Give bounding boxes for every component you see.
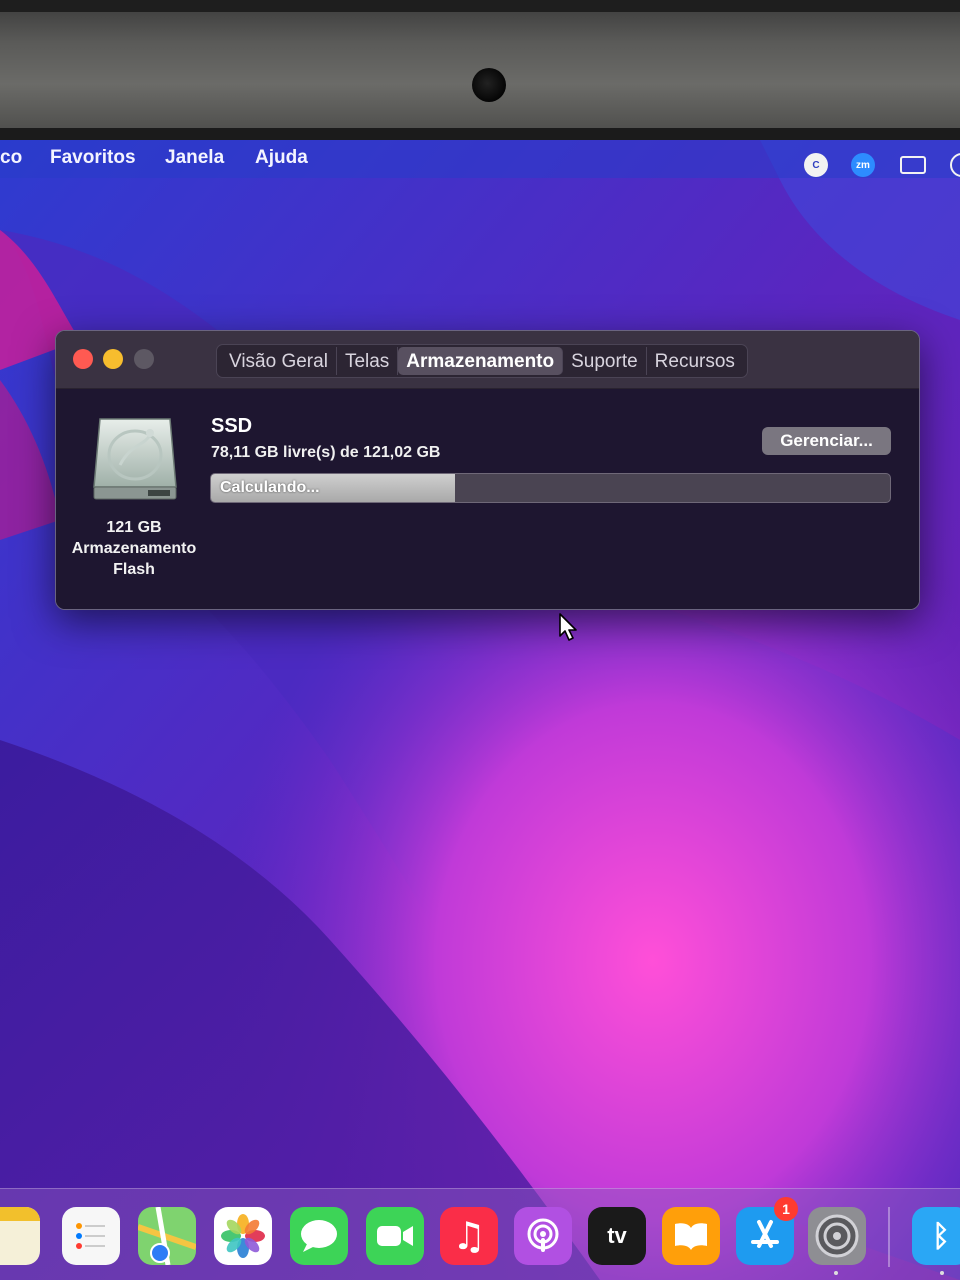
photos-icon[interactable]	[214, 1207, 272, 1265]
control-center-icon[interactable]	[950, 153, 960, 177]
disk-capacity-label: 121 GB	[106, 519, 162, 536]
desktop-wallpaper	[0, 140, 960, 1280]
screen-mirroring-icon[interactable]	[900, 156, 926, 174]
tab-visao-geral[interactable]: Visão Geral	[221, 347, 337, 375]
webcam	[472, 68, 506, 102]
dock-separator	[888, 1207, 890, 1267]
running-indicator	[834, 1271, 838, 1275]
books-icon[interactable]	[662, 1207, 720, 1265]
window-titlebar: Visão Geral Telas Armazenamento Suporte …	[56, 331, 919, 389]
storage-usage-bar: Calculando...	[210, 473, 891, 503]
disk-type-label-line2: Flash	[113, 561, 155, 578]
reminders-icon[interactable]	[62, 1207, 120, 1265]
disk-type-label: Armazenamento	[71, 540, 197, 557]
drive-name: SSD	[211, 415, 253, 437]
manage-button[interactable]: Gerenciar...	[762, 427, 891, 455]
dock: ♫ tv 1 ᛒ	[0, 1188, 960, 1280]
hard-drive-icon	[93, 418, 177, 500]
system-preferences-icon[interactable]	[808, 1207, 866, 1265]
tab-recursos[interactable]: Recursos	[647, 347, 743, 375]
menu-bar: co Favoritos Janela Ajuda C zm	[0, 140, 960, 178]
tab-suporte[interactable]: Suporte	[563, 347, 647, 375]
zoom-icon[interactable]: zm	[851, 153, 875, 177]
screen: co Favoritos Janela Ajuda C zm Visão Ger…	[0, 140, 960, 1280]
bluetooth-icon[interactable]: ᛒ	[912, 1207, 960, 1265]
maps-icon[interactable]	[138, 1207, 196, 1265]
drive-free-space: 78,11 GB livre(s) de 121,02 GB	[211, 444, 441, 461]
podcasts-icon[interactable]	[514, 1207, 572, 1265]
tab-armazenamento[interactable]: Armazenamento	[398, 347, 564, 375]
tv-label: tv	[607, 1223, 627, 1248]
zoom-button[interactable]	[134, 349, 154, 369]
c-icon[interactable]: C	[804, 153, 828, 177]
tab-telas[interactable]: Telas	[337, 347, 399, 375]
laptop-bezel	[0, 0, 960, 142]
about-this-mac-window: Visão Geral Telas Armazenamento Suporte …	[55, 330, 920, 610]
facetime-icon[interactable]	[366, 1207, 424, 1265]
tv-icon[interactable]: tv	[588, 1207, 646, 1265]
music-icon[interactable]: ♫	[440, 1207, 498, 1265]
close-button[interactable]	[73, 349, 93, 369]
progress-label: Calculando...	[220, 479, 320, 496]
tab-bar: Visão Geral Telas Armazenamento Suporte …	[216, 344, 748, 378]
storage-panel: 121 GB Armazenamento Flash SSD 78,11 GB …	[56, 389, 919, 609]
menu-item-janela[interactable]: Janela	[165, 147, 224, 169]
menu-item-favoritos[interactable]: Favoritos	[50, 147, 136, 169]
notes-icon[interactable]	[0, 1207, 40, 1265]
menu-item-ajuda[interactable]: Ajuda	[255, 147, 308, 169]
mouse-cursor-icon	[559, 613, 577, 641]
menu-item-app[interactable]: co	[0, 147, 22, 169]
notification-badge: 1	[774, 1197, 798, 1221]
running-indicator	[940, 1271, 944, 1275]
minimize-button[interactable]	[103, 349, 123, 369]
bezel-edge	[0, 0, 960, 12]
messages-icon[interactable]	[290, 1207, 348, 1265]
